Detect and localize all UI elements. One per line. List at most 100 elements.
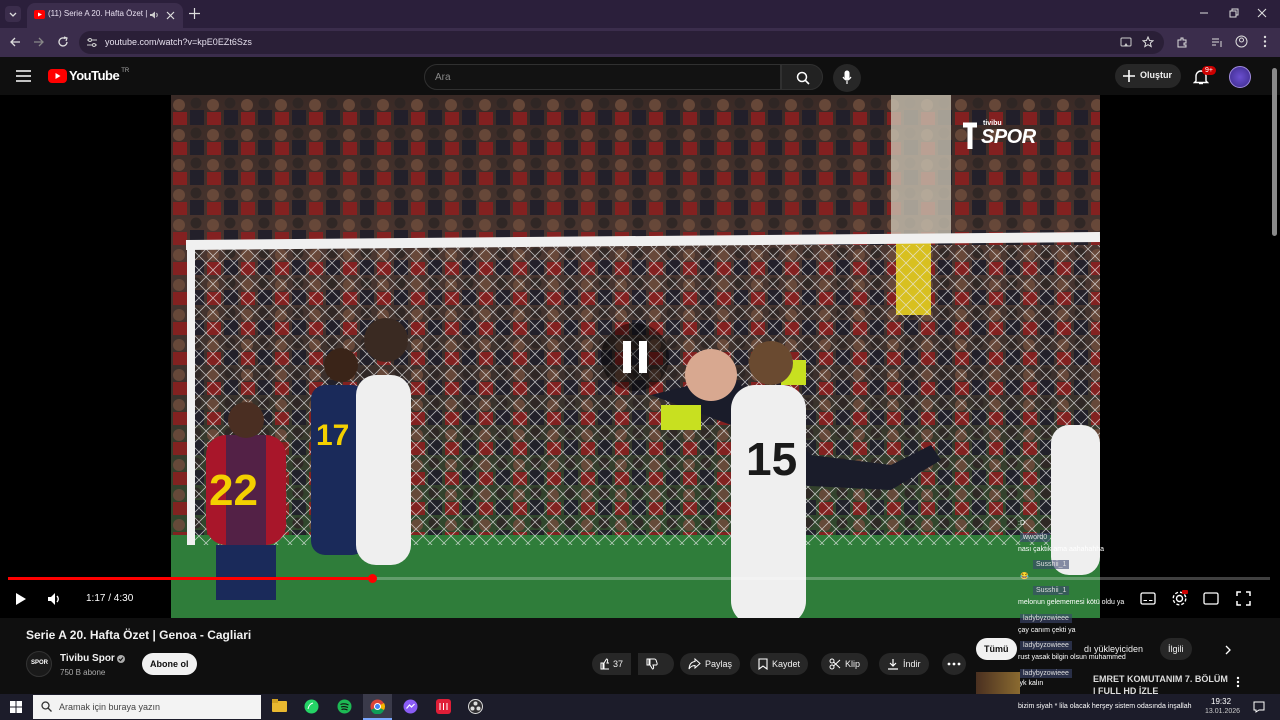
browser-menu-icon[interactable] (1262, 35, 1268, 48)
play-icon[interactable] (15, 592, 27, 606)
chip-all[interactable]: Tümü (976, 638, 1017, 660)
site-info-icon[interactable] (86, 37, 98, 48)
chip-uploader-label: dı yükleyiciden (1084, 644, 1144, 654)
reload-icon[interactable] (57, 36, 69, 48)
share-label: Paylaş (705, 659, 733, 669)
save-label: Kaydet (772, 659, 801, 669)
obs-icon[interactable] (468, 699, 483, 714)
whatsapp-icon[interactable] (304, 699, 319, 714)
more-actions-button[interactable] (942, 653, 966, 675)
thumbs-down-icon (646, 658, 658, 670)
notification-center-icon[interactable] (1253, 701, 1265, 713)
chrome-taskbar-button[interactable] (363, 694, 392, 720)
next-video-thumbnail[interactable] (976, 672, 1020, 694)
close-tab-icon[interactable] (166, 11, 175, 20)
video-frame: 22 17 15 tivibu SPOR (171, 95, 1100, 618)
voice-search-button[interactable] (833, 64, 861, 92)
page-scrollbar[interactable] (1272, 68, 1277, 236)
chip-related-label: İlgili (1168, 644, 1184, 654)
subscribe-button[interactable]: Abone ol (142, 653, 197, 675)
tab-search-button[interactable] (5, 6, 21, 22)
progress-fill (8, 577, 373, 580)
settings-gear-icon[interactable] (1171, 590, 1188, 607)
browser-tab[interactable]: (11) Serie A 20. Hafta Özet | (27, 3, 183, 28)
windows-start-icon[interactable] (10, 701, 22, 713)
extensions-icon[interactable] (1176, 36, 1188, 48)
avatar[interactable] (1229, 66, 1251, 88)
chat-username: ladybyzowieee (1020, 641, 1072, 650)
channel-avatar[interactable]: SPOR (26, 651, 52, 677)
youtube-logo[interactable]: YouTube TR (48, 68, 129, 83)
chat-message: melonun gelememesi kötü oldu ya (1018, 599, 1125, 606)
search-icon (796, 71, 810, 85)
hamburger-menu-icon[interactable] (16, 70, 31, 82)
svg-text:17: 17 (316, 419, 349, 452)
share-icon (688, 658, 701, 670)
restore-icon[interactable] (1229, 8, 1239, 18)
new-tab-icon[interactable] (189, 8, 200, 19)
address-bar[interactable]: youtube.com/watch?v=kpE0EZt6Szs (79, 31, 1164, 54)
app-red-icon[interactable] (436, 699, 451, 714)
tab-title: (11) Serie A 20. Hafta Özet | (48, 9, 148, 18)
spotify-icon[interactable] (337, 699, 352, 714)
chevron-right-icon[interactable] (1224, 645, 1232, 655)
media-control-icon[interactable] (1211, 36, 1223, 48)
more-vertical-icon[interactable] (1236, 676, 1240, 688)
dislike-button[interactable] (638, 653, 674, 675)
channel-name[interactable]: Tivibu Spor (60, 653, 115, 664)
search-placeholder: Ara (435, 72, 451, 83)
speaker-icon[interactable] (149, 10, 159, 20)
search-input[interactable]: Ara (424, 64, 781, 90)
browser-toolbar: youtube.com/watch?v=kpE0EZt6Szs (0, 28, 1280, 57)
microphone-icon (842, 70, 852, 84)
video-player[interactable]: 22 17 15 tivibu SPOR:D wword0 nası çakt… (0, 95, 1280, 618)
chat-overlay: :D wword0 nası çaktık ama aahahahha Suss… (1015, 518, 1124, 618)
tivibu-logo-icon (963, 122, 977, 149)
windows-taskbar: Aramak için buraya yazın bizim siyah * l… (0, 694, 1280, 720)
browser-tab-bar: (11) Serie A 20. Hafta Özet | (0, 0, 1280, 28)
share-button[interactable]: Paylaş (680, 653, 741, 675)
chip-uploader[interactable]: dı yükleyiciden (1076, 638, 1151, 660)
profile-icon[interactable] (1235, 35, 1248, 48)
chip-all-label: Tümü (984, 644, 1009, 654)
chip-related[interactable]: İlgili (1160, 638, 1192, 660)
minimize-icon[interactable] (1199, 8, 1209, 18)
watermark-text: SPOR (981, 126, 1036, 148)
chevron-down-icon (9, 12, 17, 17)
volume-icon[interactable] (47, 592, 63, 606)
file-explorer-icon[interactable] (272, 699, 287, 713)
create-label: Oluştur (1140, 70, 1173, 80)
download-button[interactable]: İndir (879, 653, 929, 675)
taskbar-search-input[interactable]: Aramak için buraya yazın (33, 695, 261, 719)
center-pause-button[interactable] (601, 323, 669, 391)
create-button[interactable]: Oluştur (1115, 64, 1181, 88)
chat-message: çay canım çekti ya (1018, 627, 1076, 634)
chat-username: Susshii_1 (1033, 586, 1070, 595)
clip-button[interactable]: Klip (821, 653, 869, 675)
cast-icon[interactable] (1120, 37, 1132, 48)
theater-mode-icon[interactable] (1203, 592, 1219, 605)
close-window-icon[interactable] (1257, 8, 1267, 18)
back-icon[interactable] (9, 36, 21, 48)
search-button[interactable] (781, 64, 823, 90)
chat-username: wword0 (1020, 533, 1051, 542)
region-code: TR (121, 67, 130, 74)
taskbar-search-placeholder: Aramak için buraya yazın (59, 702, 161, 712)
bookmark-star-icon[interactable] (1142, 36, 1154, 48)
progress-bar[interactable] (8, 574, 1270, 583)
fullscreen-icon[interactable] (1236, 591, 1251, 606)
save-button[interactable]: Kaydet (750, 653, 809, 675)
forward-icon[interactable] (33, 36, 45, 48)
svg-text:22: 22 (209, 466, 258, 515)
plus-icon (1123, 70, 1135, 82)
subtitles-icon[interactable] (1140, 592, 1156, 605)
chat-message: nası çaktık ama aahahahha (1018, 546, 1105, 553)
clip-label: Klip (845, 659, 861, 669)
notifications-button[interactable]: 9+ (1193, 66, 1216, 85)
video-title: Serie A 20. Hafta Özet | Genoa - Cagliar… (26, 628, 252, 642)
messenger-icon[interactable] (403, 699, 418, 714)
like-button[interactable]: 37 (592, 653, 631, 675)
chat-username: ladybyzowieee (1020, 614, 1072, 623)
subscriber-count: 750 B abone (60, 668, 106, 677)
next-video-title[interactable]: EMRET KOMUTANIM 7. BÖLÜM (1093, 674, 1228, 684)
